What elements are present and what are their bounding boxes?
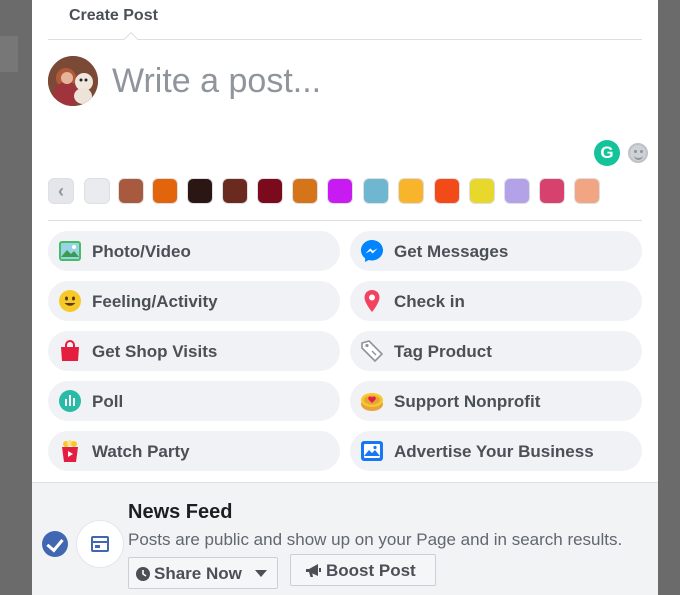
background-panel bbox=[0, 36, 18, 72]
background-swatch-autumn[interactable] bbox=[292, 178, 318, 204]
news-feed-section: News Feed Posts are public and show up o… bbox=[32, 482, 658, 595]
grammarly-icon[interactable]: G bbox=[594, 140, 620, 166]
background-swatch-yellow[interactable] bbox=[469, 178, 495, 204]
support-nonprofit-button[interactable]: Support Nonprofit bbox=[350, 381, 642, 421]
boost-post-button[interactable]: Boost Post bbox=[290, 554, 436, 586]
advertise-icon bbox=[361, 441, 383, 461]
background-swatch-dark-brown[interactable] bbox=[187, 178, 213, 204]
news-feed-description: Posts are public and show up on your Pag… bbox=[128, 530, 623, 549]
messenger-icon bbox=[361, 240, 383, 262]
poll-button[interactable]: Poll bbox=[48, 381, 340, 421]
background-swatch-pink-pattern[interactable] bbox=[539, 178, 565, 204]
megaphone-icon bbox=[306, 564, 321, 577]
get-messages-button[interactable]: Get Messages bbox=[350, 231, 642, 271]
share-now-label: Share Now bbox=[154, 564, 242, 583]
background-swatch-red-orange[interactable] bbox=[434, 178, 460, 204]
emoji-icon[interactable] bbox=[628, 143, 648, 163]
background-swatch-dark-floral[interactable] bbox=[222, 178, 248, 204]
feeling-activity-button[interactable]: Feeling/Activity bbox=[48, 281, 340, 321]
background-swatch-purple[interactable] bbox=[327, 178, 353, 204]
photo-video-label: Photo/Video bbox=[92, 242, 191, 261]
dialog-header: Create Post bbox=[48, 0, 642, 47]
support-nonprofit-label: Support Nonprofit bbox=[394, 392, 541, 411]
check-in-label: Check in bbox=[394, 292, 465, 311]
advertise-business-button[interactable]: Advertise Your Business bbox=[350, 431, 642, 471]
create-post-dialog: Create Post Write a post... G ‹ Photo/Vi… bbox=[32, 0, 658, 595]
photo-icon bbox=[59, 241, 81, 261]
popcorn-icon bbox=[62, 440, 78, 462]
clock-icon bbox=[136, 567, 150, 581]
background-swatch-peach[interactable] bbox=[574, 178, 600, 204]
watch-party-label: Watch Party bbox=[92, 442, 190, 461]
background-swatch-orange-leaves[interactable] bbox=[152, 178, 178, 204]
background-swatch-yellow-orange[interactable] bbox=[398, 178, 424, 204]
dialog-title[interactable]: Create Post bbox=[69, 7, 158, 25]
poll-label: Poll bbox=[92, 392, 124, 411]
shopping-bag-icon bbox=[61, 340, 79, 361]
background-picker: ‹ bbox=[48, 178, 642, 204]
news-feed-title: News Feed bbox=[128, 501, 233, 523]
divider bbox=[48, 220, 642, 221]
price-tag-icon bbox=[361, 340, 383, 362]
news-feed-checkbox[interactable] bbox=[42, 531, 68, 557]
avatar[interactable] bbox=[48, 56, 98, 106]
get-shop-visits-button[interactable]: Get Shop Visits bbox=[48, 331, 340, 371]
background-swatch-lavender[interactable] bbox=[504, 178, 530, 204]
chevron-down-icon bbox=[255, 570, 267, 577]
advertise-business-label: Advertise Your Business bbox=[394, 442, 594, 461]
background-swatch-teal[interactable] bbox=[363, 178, 389, 204]
watch-party-button[interactable]: Watch Party bbox=[48, 431, 340, 471]
check-in-button[interactable]: Check in bbox=[350, 281, 642, 321]
photo-video-button[interactable]: Photo/Video bbox=[48, 231, 340, 271]
location-pin-icon bbox=[364, 290, 380, 312]
feeling-activity-label: Feeling/Activity bbox=[92, 292, 218, 311]
background-swatch-plain[interactable] bbox=[84, 178, 110, 204]
tab-notch bbox=[123, 31, 139, 47]
background-picker-back-button[interactable]: ‹ bbox=[48, 178, 74, 204]
donation-heart-icon bbox=[361, 393, 383, 411]
boost-post-label: Boost Post bbox=[326, 561, 416, 580]
smiley-icon bbox=[59, 290, 81, 312]
tag-product-label: Tag Product bbox=[394, 342, 492, 361]
share-now-dropdown[interactable]: Share Now bbox=[128, 557, 278, 589]
get-messages-label: Get Messages bbox=[394, 242, 509, 261]
post-composer-input[interactable]: Write a post... bbox=[112, 62, 321, 101]
background-swatch-red-floral[interactable] bbox=[257, 178, 283, 204]
news-feed-icon bbox=[76, 520, 124, 568]
get-shop-visits-label: Get Shop Visits bbox=[92, 342, 218, 361]
tag-product-button[interactable]: Tag Product bbox=[350, 331, 642, 371]
background-swatch-brown[interactable] bbox=[118, 178, 144, 204]
poll-icon bbox=[59, 390, 81, 412]
